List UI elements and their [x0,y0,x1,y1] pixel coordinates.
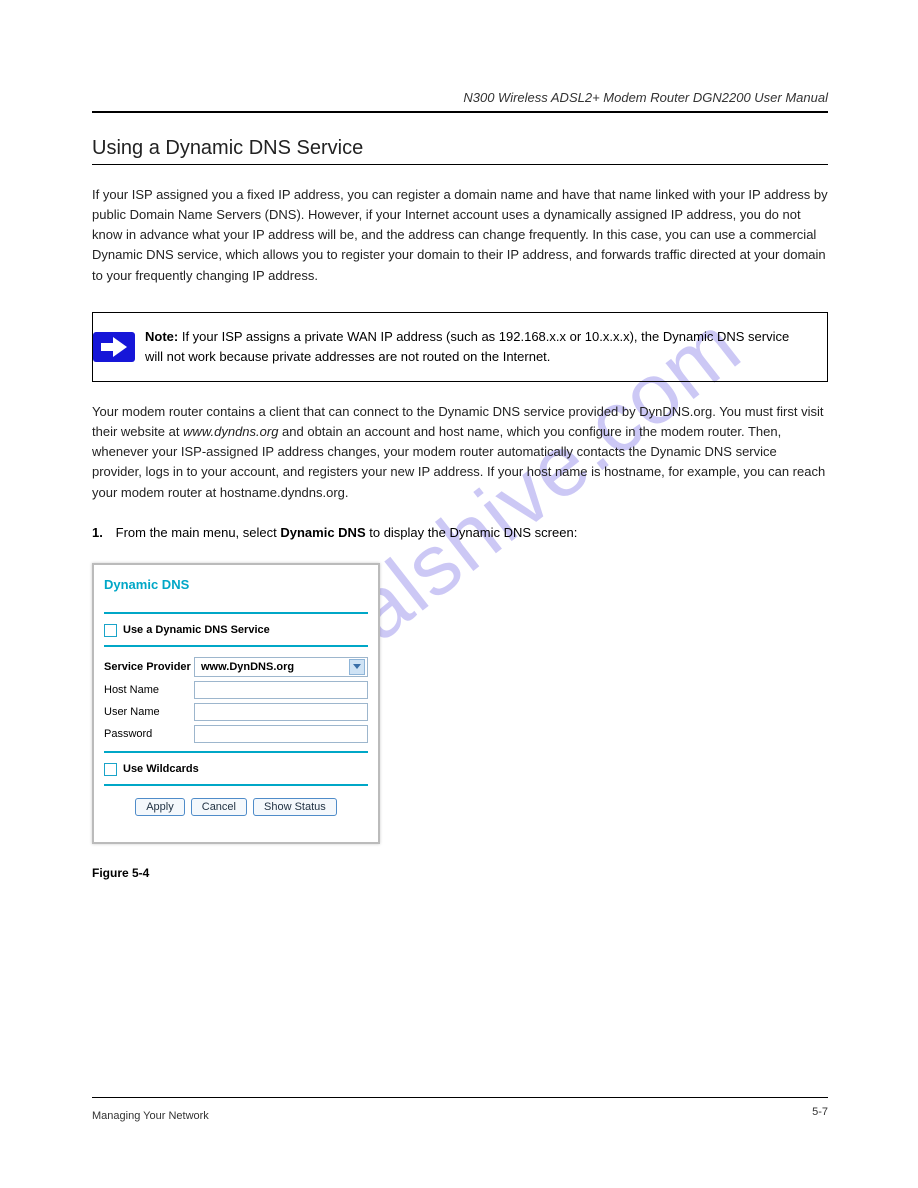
footer-rule [92,1097,828,1098]
footer-section-name: Managing Your Network [92,1110,209,1122]
host-name-row: Host Name [104,681,368,699]
note-text: Note: If your ISP assigns a private WAN … [135,313,827,381]
user-name-input[interactable] [194,703,368,721]
use-wildcards-row[interactable]: Use Wildcards [104,763,368,776]
password-row: Password [104,725,368,743]
service-provider-row: Service Provider www.DynDNS.org [104,657,368,677]
note-icon-cell [93,313,135,381]
password-label: Password [104,728,194,740]
host-name-label: Host Name [104,684,194,696]
user-name-label: User Name [104,706,194,718]
page-container: N300 Wireless ADSL2+ Modem Router DGN220… [0,0,918,1188]
page-footer: 5-7 Managing Your Network [92,1097,828,1124]
step-number: 1. [92,523,112,543]
page-number: 5-7 [812,1106,828,1118]
cancel-button[interactable]: Cancel [191,798,247,816]
apply-button[interactable]: Apply [135,798,185,816]
panel-title: Dynamic DNS [104,577,368,592]
service-provider-label: Service Provider [104,661,194,673]
panel-divider-3 [104,751,368,753]
header-rule [92,111,828,113]
intro-paragraph: If your ISP assigned you a fixed IP addr… [92,185,828,286]
panel-divider-1 [104,612,368,614]
chevron-down-icon[interactable] [349,659,365,675]
step-1: 1. From the main menu, select Dynamic DN… [92,523,828,543]
step-text-post: to display the Dynamic DNS screen: [369,525,577,540]
step-text-pre: From the main menu, select [116,525,281,540]
dynamic-dns-screenshot: Dynamic DNS Use a Dynamic DNS Service Se… [92,563,380,844]
section-heading: Using a Dynamic DNS Service [92,137,828,160]
arrow-right-icon [93,332,135,362]
step-text-bold: Dynamic DNS [280,525,365,540]
service-provider-select[interactable]: www.DynDNS.org [194,657,368,677]
note-body: If your ISP assigns a private WAN IP add… [145,329,789,364]
use-ddns-checkbox[interactable] [104,624,117,637]
use-ddns-row[interactable]: Use a Dynamic DNS Service [104,624,368,637]
use-wildcards-label: Use Wildcards [123,763,199,775]
panel-divider-4 [104,784,368,786]
panel-button-row: Apply Cancel Show Status [104,798,368,816]
doc-header-title: N300 Wireless ADSL2+ Modem Router DGN220… [92,90,828,105]
dyndns-url: www.dyndns.org [183,424,278,439]
use-ddns-label: Use a Dynamic DNS Service [123,624,270,636]
section-rule [92,164,828,165]
note-label: Note: [145,329,178,344]
panel-divider-2 [104,645,368,647]
host-name-input[interactable] [194,681,368,699]
user-name-row: User Name [104,703,368,721]
use-wildcards-checkbox[interactable] [104,763,117,776]
figure-caption: Figure 5-4 [92,866,828,880]
service-provider-value: www.DynDNS.org [201,661,294,673]
password-input[interactable] [194,725,368,743]
note-box: Note: If your ISP assigns a private WAN … [92,312,828,382]
show-status-button[interactable]: Show Status [253,798,337,816]
description-paragraph: Your modem router contains a client that… [92,402,828,503]
